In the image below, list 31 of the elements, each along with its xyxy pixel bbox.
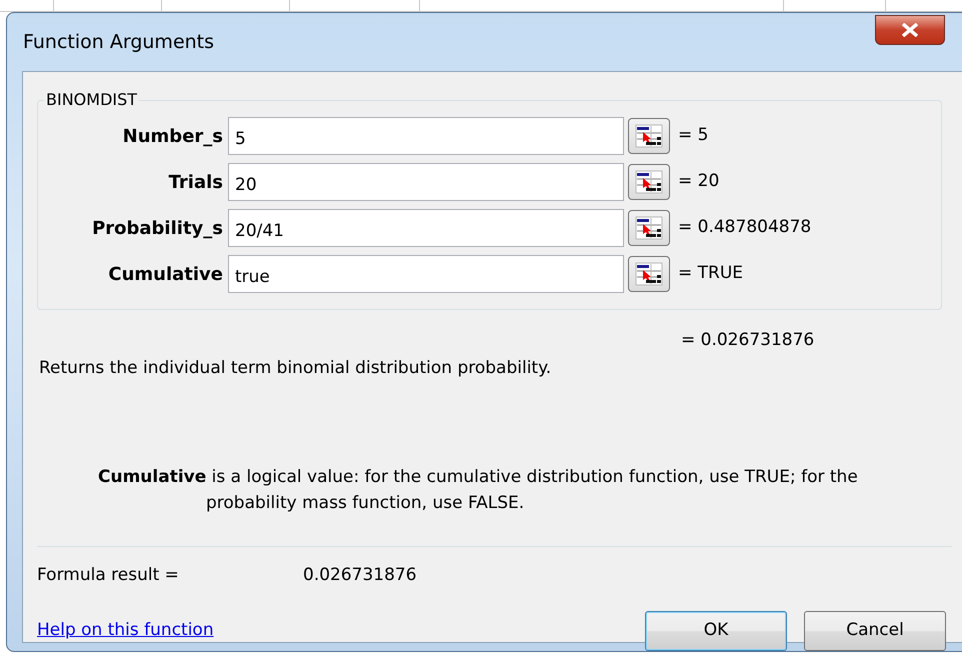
formula-result-value: 0.026731876: [303, 564, 417, 587]
argument-field[interactable]: 20: [228, 163, 624, 201]
help-link[interactable]: Help on this function: [37, 618, 214, 644]
argument-label: Trials: [168, 170, 224, 194]
range-select-icon: [635, 262, 663, 286]
argument-field[interactable]: 20/41: [228, 209, 624, 247]
ok-button[interactable]: OK: [645, 610, 787, 650]
close-button[interactable]: [875, 15, 945, 45]
function-description: Returns the individual term binomial distribution probability.: [39, 356, 552, 380]
argument-label: Cumulative: [107, 262, 224, 286]
close-icon: [901, 23, 919, 37]
range-select-icon: [635, 216, 663, 240]
argument-result: = 5: [678, 124, 708, 148]
overall-result: = 0.026731876: [681, 329, 816, 352]
collapse-dialog-button[interactable]: [628, 256, 670, 292]
argument-result: = TRUE: [678, 262, 744, 286]
argument-label: Number_s: [122, 124, 224, 148]
collapse-dialog-button[interactable]: [628, 210, 670, 246]
argument-result: = 0.487804878: [678, 216, 812, 240]
window-title: Function Arguments: [23, 30, 214, 55]
collapse-dialog-button[interactable]: [628, 118, 670, 154]
argument-field[interactable]: true: [228, 255, 624, 293]
argument-field[interactable]: 5: [228, 117, 624, 155]
argument-result: = 20: [678, 170, 720, 194]
argument-description: Cumulative is a logical value: for the cumulative distribution function, use TRUE; for the probability mass function, use FALSE.: [98, 466, 859, 514]
range-select-icon: [635, 124, 663, 148]
argument-label: Probability_s: [91, 216, 224, 240]
cancel-button[interactable]: Cancel: [804, 610, 946, 650]
formula-result-label: Formula result =: [37, 564, 180, 587]
collapse-dialog-button[interactable]: [628, 164, 670, 200]
range-select-icon: [635, 170, 663, 194]
